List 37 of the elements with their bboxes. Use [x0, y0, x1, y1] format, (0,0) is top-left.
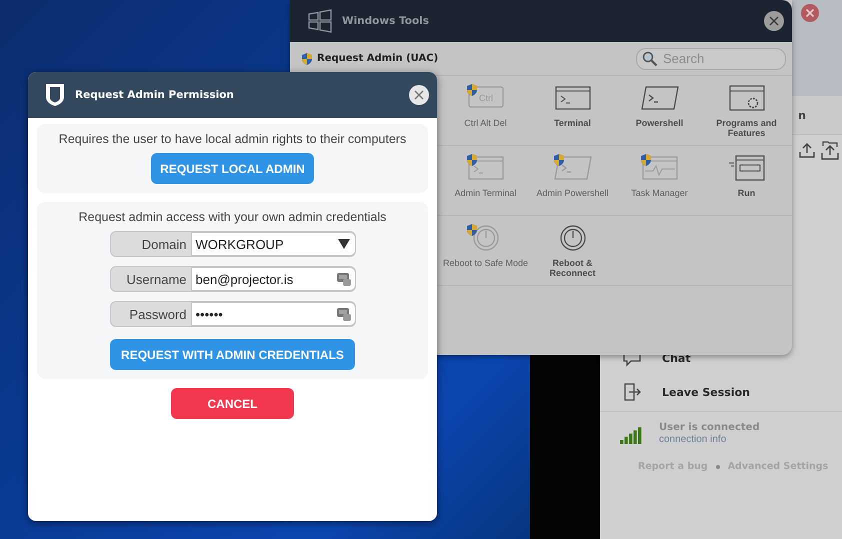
tool-item[interactable]: Reboot & Reconnect [529, 216, 616, 285]
separator-dot [716, 464, 720, 468]
close-icon[interactable] [764, 11, 784, 31]
folder-upload-icon[interactable] [820, 141, 840, 161]
search-field[interactable]: Search [636, 48, 786, 70]
dropdown[interactable]: WORKGROUP [190, 232, 356, 256]
input-field[interactable]: •••••• [190, 302, 356, 326]
key-card-icon[interactable] [336, 307, 350, 321]
tab-label[interactable]: n [798, 108, 806, 122]
field-label: Username [126, 272, 188, 286]
dialog-title: Request Admin Permission [75, 89, 235, 101]
caret-icon [338, 239, 350, 249]
shield-icon [45, 83, 65, 107]
field-label: Password [128, 306, 188, 322]
toolbar-label[interactable]: Request Admin (UAC) [317, 53, 438, 64]
section-text: Request admin access with your own admin credentials [78, 210, 386, 224]
exit-icon [622, 382, 642, 402]
tool-item[interactable]: Run [703, 146, 790, 215]
close-icon[interactable] [409, 85, 429, 105]
section-text: Requires the user to have local admin rights to their computers [58, 132, 406, 146]
status-text: User is connected [659, 422, 760, 433]
search-icon [642, 50, 658, 66]
tool-item[interactable]: Powershell [616, 76, 703, 145]
request-local-admin-button[interactable]: REQUEST LOCAL ADMIN [151, 153, 314, 184]
input-field[interactable]: ben@projector.is [190, 267, 356, 291]
shield-icon [301, 52, 313, 66]
menu-item[interactable]: Leave Session [662, 386, 750, 398]
cancel-button[interactable]: CANCEL [171, 388, 294, 419]
windows-logo-icon [308, 9, 332, 33]
key-card-icon[interactable] [336, 272, 350, 286]
upload-icon[interactable] [798, 141, 816, 159]
tool-item[interactable]: Programs and Features [703, 76, 790, 145]
tool-item[interactable]: Terminal [529, 76, 616, 145]
request-credentials-button[interactable]: REQUEST WITH ADMIN CREDENTIALS [110, 339, 355, 370]
field-label: Domain [140, 236, 188, 252]
window-title: Windows Tools [342, 15, 430, 27]
connection-link[interactable]: connection info [659, 434, 760, 445]
